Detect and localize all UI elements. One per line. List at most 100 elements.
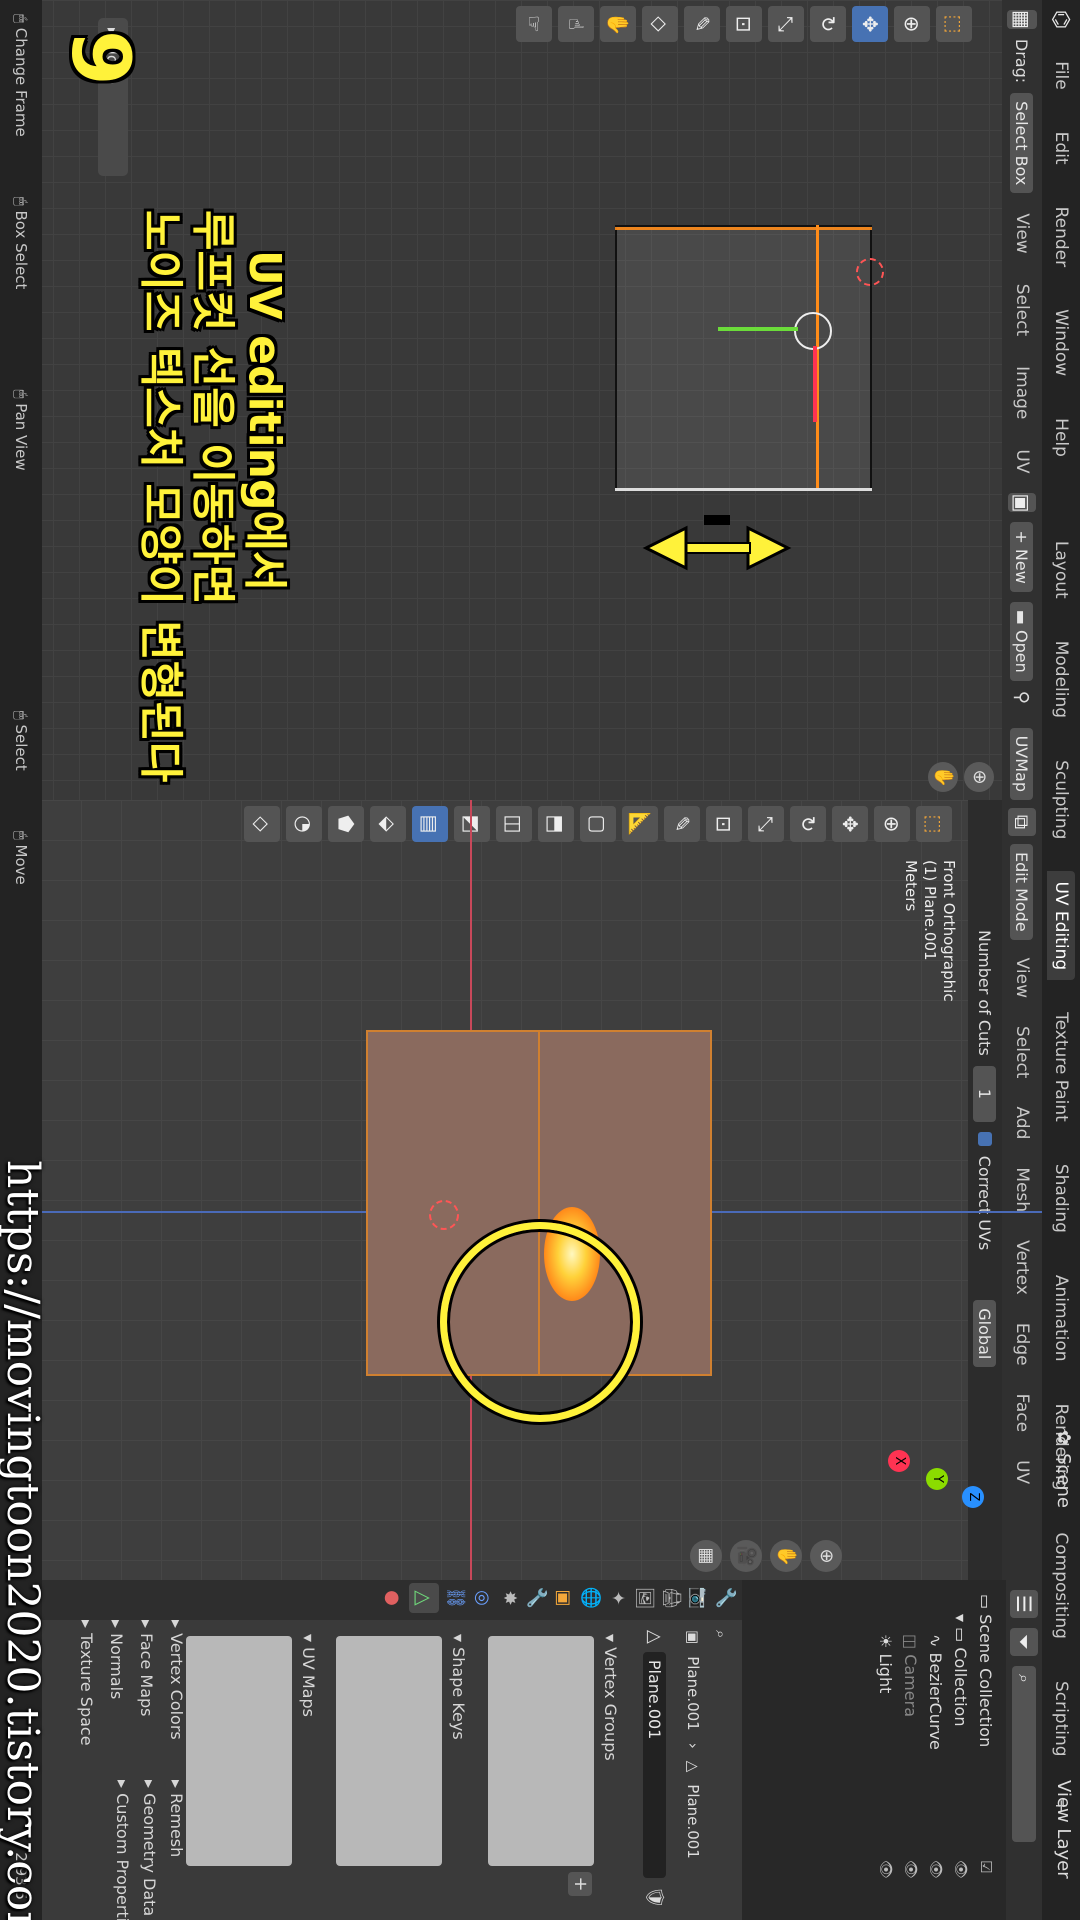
fake-user-icon[interactable]: 🛡 xyxy=(644,1886,665,1909)
vp-camera-view-icon[interactable]: 🎥 xyxy=(730,1540,762,1572)
section-texture-space[interactable]: ▸ Texture Space xyxy=(73,1620,100,1920)
world-tab-icon[interactable]: 🌐 xyxy=(580,1587,601,1609)
rotate-tool-icon[interactable]: ↻ xyxy=(810,6,846,42)
render-tab-icon[interactable]: 📷 xyxy=(688,1587,709,1609)
outliner-item-camera[interactable]: ◫ Camera xyxy=(898,1594,923,1750)
tab-texture-paint[interactable]: Texture Paint xyxy=(1047,1002,1075,1132)
vp-loop-cut-tool-icon[interactable]: ▤ xyxy=(412,806,448,842)
particles-tab-icon[interactable]: ✸ xyxy=(499,1590,520,1605)
relax-tool-icon[interactable]: ☝ xyxy=(558,6,594,42)
new-image-button[interactable]: + New xyxy=(1010,522,1034,592)
vp-move-tool-icon[interactable]: ✥ xyxy=(832,806,868,842)
vp-spin-tool-icon[interactable]: ◔ xyxy=(286,806,322,842)
vp-annotate-tool-icon[interactable]: ✎ xyxy=(664,806,700,842)
vertex-groups-list[interactable] xyxy=(488,1636,594,1866)
uv-island[interactable] xyxy=(615,225,872,490)
vp-measure-tool-icon[interactable]: 📐 xyxy=(622,806,658,842)
vp-smooth-tool-icon[interactable]: ◇ xyxy=(244,806,280,842)
vp-extrude-tool-icon[interactable]: ⬒ xyxy=(538,806,574,842)
uv-gizmo-center[interactable] xyxy=(794,312,832,350)
menu-file[interactable]: File xyxy=(1047,51,1075,99)
menu-edit[interactable]: Edit xyxy=(1047,122,1075,175)
vp-zoom-icon[interactable]: ⊕ xyxy=(810,1540,842,1572)
outliner-editor-type-icon[interactable]: ☰ xyxy=(1010,1590,1038,1618)
uv-2d-cursor-icon[interactable] xyxy=(856,258,884,286)
viewport-menu-view[interactable]: View xyxy=(1008,948,1036,1008)
checkbox-icon[interactable]: ☑ xyxy=(973,1860,998,1879)
view-layer-selector[interactable]: View Layer xyxy=(1053,1780,1074,1879)
grab-tool-icon[interactable]: ✋ xyxy=(600,6,636,42)
vertex-groups-add-button[interactable]: + xyxy=(568,1872,592,1896)
gizmo-y-axis[interactable]: Y xyxy=(926,1468,948,1490)
eye-icon[interactable]: 👁 xyxy=(898,1860,923,1879)
world-origin-3d-cursor-icon[interactable] xyxy=(429,1200,459,1230)
outliner-item-collection[interactable]: ▾ ▭ Collection xyxy=(948,1594,973,1750)
gizmo-z-axis[interactable]: Z xyxy=(962,1486,984,1508)
correct-uvs-checkbox[interactable] xyxy=(978,1131,992,1146)
outliner-search-input[interactable]: ⌕ xyxy=(1012,1666,1036,1842)
section-shape-keys[interactable]: ▾ Shape Keys xyxy=(445,1634,472,1740)
mesh-data-tab-icon[interactable]: △ xyxy=(409,1583,439,1613)
menu-help[interactable]: Help xyxy=(1047,408,1075,467)
tab-shading[interactable]: Shading xyxy=(1047,1154,1075,1243)
mode-dropdown[interactable]: Edit Mode xyxy=(1010,844,1034,940)
section-custom-properties[interactable]: ▸ Custom Properties xyxy=(109,1780,136,1920)
uv-gizmo-y-arrow[interactable] xyxy=(718,327,798,331)
eye-icon[interactable]: 👁 xyxy=(873,1860,898,1879)
outliner-filter-icon[interactable]: ⏷ xyxy=(1010,1628,1038,1656)
uv-menu-image[interactable]: Image xyxy=(1008,356,1036,429)
transform-tool-icon[interactable]: ⊡ xyxy=(726,6,762,42)
outliner-item-light[interactable]: ☀ Light xyxy=(873,1594,898,1750)
vp-scale-tool-icon[interactable]: ⤡ xyxy=(748,806,784,842)
shape-keys-list[interactable] xyxy=(336,1636,442,1866)
section-geometry-data[interactable]: ▸ Geometry Data xyxy=(136,1780,163,1920)
output-tab-icon[interactable]: 🖨 xyxy=(661,1587,682,1610)
tool-tab-icon[interactable]: 🔧 xyxy=(715,1587,736,1609)
section-vertex-groups[interactable]: ▾ Vertex Groups xyxy=(597,1634,624,1761)
tab-compositing[interactable]: Compositing xyxy=(1047,1522,1075,1649)
scene-tab-icon[interactable]: ✦ xyxy=(607,1590,628,1605)
physics-tab-icon[interactable]: ◎ xyxy=(472,1590,493,1606)
vp-ortho-toggle-icon[interactable]: ▦ xyxy=(690,1540,722,1572)
uv-pan-icon[interactable]: ✋ xyxy=(928,762,958,792)
uv-zoom-icon[interactable]: ⊕ xyxy=(964,762,994,792)
material-tab-icon[interactable]: ● xyxy=(382,1590,403,1606)
pinch-tool-icon[interactable]: ☞ xyxy=(516,6,552,42)
vp-pan-icon[interactable]: ✋ xyxy=(770,1540,802,1572)
blender-logo-icon[interactable]: ⌬ xyxy=(1049,10,1074,29)
uv-gizmo-x-arrow[interactable] xyxy=(813,346,817,422)
section-remesh[interactable]: ▸ Remesh xyxy=(163,1780,190,1920)
3d-viewport[interactable]: ⧉ Edit Mode View Select Add Mesh Vertex … xyxy=(42,800,1042,1580)
viewport-menu-uv[interactable]: UV xyxy=(1008,1450,1036,1494)
number-of-cuts-field[interactable]: 1 xyxy=(973,1065,997,1122)
navigation-gizmo[interactable]: Z Y X xyxy=(862,1420,984,1540)
viewport-menu-select[interactable]: Select xyxy=(1008,1016,1036,1088)
select-box-tool-icon[interactable]: ⬚ xyxy=(936,6,972,42)
uv-menu-view[interactable]: View xyxy=(1008,203,1036,263)
mesh-name-field[interactable]: Plane.001 xyxy=(643,1651,666,1878)
search-icon[interactable]: ⌕ xyxy=(712,1630,730,1638)
menu-window[interactable]: Window xyxy=(1047,299,1075,386)
modifier-tab-icon[interactable]: 🔧 xyxy=(526,1587,547,1609)
eye-icon[interactable]: 👁 xyxy=(923,1860,948,1879)
viewport-menu-vertex[interactable]: Vertex xyxy=(1008,1230,1036,1305)
tab-uv-editing[interactable]: UV Editing xyxy=(1047,871,1075,981)
viewport-editor-type-icon[interactable]: ⧉ xyxy=(1008,808,1036,836)
uv-menu-select[interactable]: Select xyxy=(1008,274,1036,346)
vp-bevel-tool-icon[interactable]: ◩ xyxy=(454,806,490,842)
constraints-tab-icon[interactable]: ⛓ xyxy=(445,1587,466,1610)
vp-add-cube-tool-icon[interactable]: ▢ xyxy=(580,806,616,842)
vp-cursor-tool-icon[interactable]: ⊕ xyxy=(874,806,910,842)
viewport-menu-add[interactable]: Add xyxy=(1008,1096,1036,1149)
outliner-item-scene-collection[interactable]: ▭ Scene Collection xyxy=(973,1594,998,1750)
view-layer-tab-icon[interactable]: 🖼 xyxy=(634,1587,655,1610)
tab-sculpting[interactable]: Sculpting xyxy=(1047,750,1075,849)
select-mode-dropdown[interactable]: Select Box xyxy=(1010,93,1034,194)
object-tab-icon[interactable]: ▣ xyxy=(553,1589,574,1606)
transform-orientation-dropdown[interactable]: Global xyxy=(973,1300,997,1368)
uv-maps-list[interactable] xyxy=(186,1636,292,1866)
tab-scripting[interactable]: Scripting xyxy=(1047,1671,1075,1767)
section-uv-maps[interactable]: ▾ UV Maps xyxy=(295,1634,322,1717)
uv-menu-uv[interactable]: UV xyxy=(1008,439,1036,483)
annotate-tool-icon[interactable]: ✎ xyxy=(684,6,720,42)
